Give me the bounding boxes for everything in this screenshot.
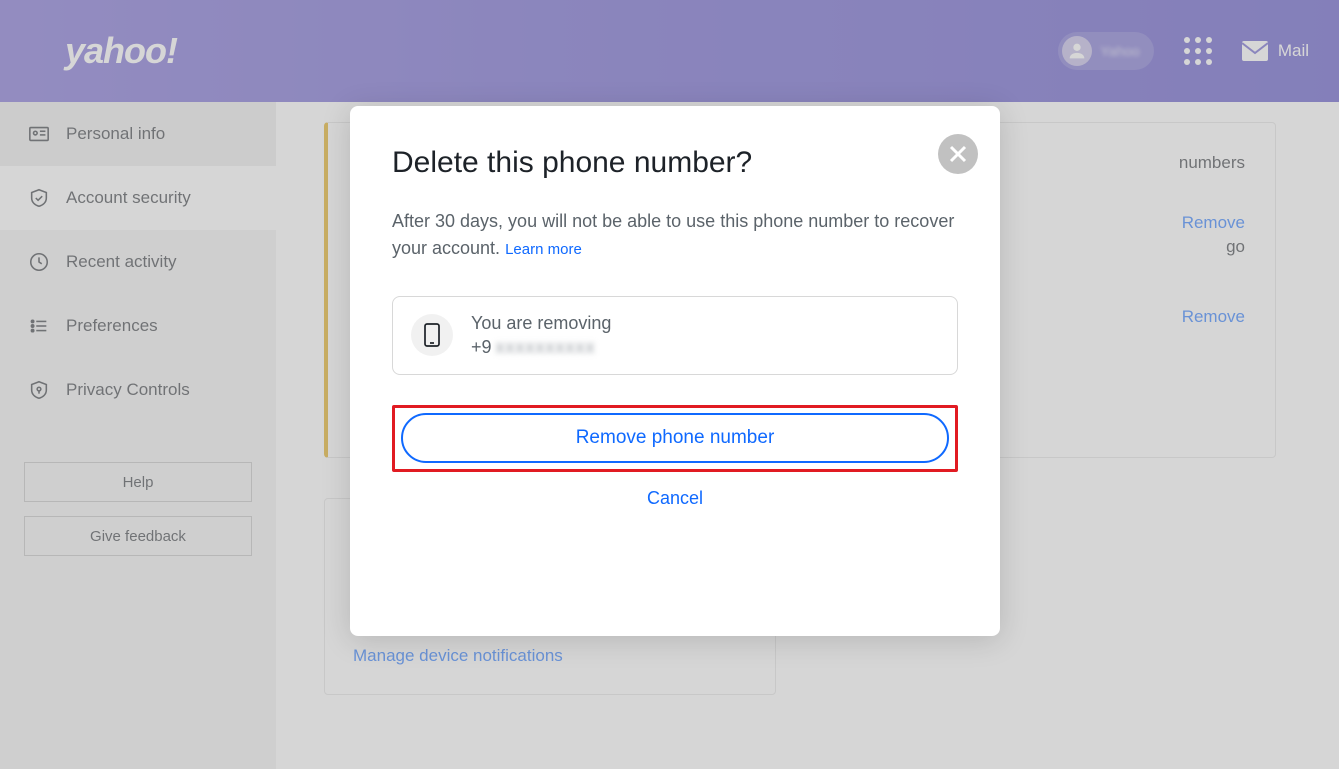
modal-description: After 30 days, you will not be able to u… [392,208,958,262]
instruction-highlight: Remove phone number [392,405,958,472]
cancel-link[interactable]: Cancel [392,488,958,509]
phone-prefix: +9 [471,335,492,359]
remove-phone-button[interactable]: Remove phone number [401,413,949,463]
phone-removal-box: You are removing +9 xxxxxxxxxx [392,296,958,375]
close-button[interactable] [938,134,978,174]
removing-label: You are removing [471,311,611,335]
phone-icon [411,314,453,356]
learn-more-link[interactable]: Learn more [505,241,582,258]
phone-obscured: xxxxxxxxxx [496,335,596,359]
delete-phone-modal: Delete this phone number? After 30 days,… [350,106,1000,636]
modal-title: Delete this phone number? [392,146,958,180]
close-icon [949,145,967,163]
